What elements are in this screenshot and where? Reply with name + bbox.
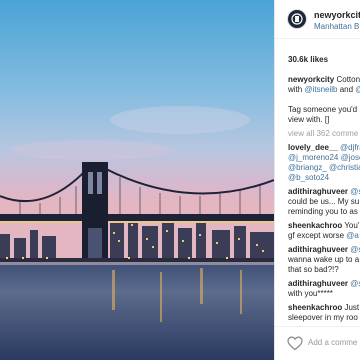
username-link[interactable]: newyorkcity — [314, 10, 360, 20]
mention-link[interactable]: @s — [348, 187, 360, 196]
likes-count[interactable]: 30.6k likes — [288, 55, 328, 64]
caption-line: newyorkcity Cotton — [288, 75, 360, 85]
caption-text: and — [337, 85, 356, 94]
caption-text: view with. [] — [288, 115, 330, 124]
comment-username[interactable]: sheenkachroo — [288, 303, 342, 312]
comment-line: adithiraghuveer @s — [288, 279, 360, 289]
comment-text: gf except worse — [288, 231, 347, 240]
comment-username[interactable]: adithiraghuveer — [288, 245, 348, 254]
comment-username[interactable]: adithiraghuveer — [288, 187, 348, 196]
comment-line: sheenkachroo Just — [288, 303, 359, 313]
manhattan-bridge-photo — [0, 0, 274, 360]
comment-line: @j_moreno24 @jose — [288, 153, 360, 163]
comment-line: adithiraghuveer @s — [288, 245, 360, 255]
avatar[interactable] — [287, 9, 307, 29]
view-all-comments-link[interactable]: view all 362 comme — [288, 129, 358, 139]
mention-link[interactable]: @briangz_ — [288, 163, 327, 172]
post-header: newyorkcity Manhattan B — [275, 0, 360, 39]
location-link[interactable]: Manhattan B — [314, 22, 359, 31]
caption-line: view with. [] — [288, 115, 329, 125]
mention-link[interactable]: @b_soto24 — [288, 173, 329, 182]
mention-link[interactable]: @a — [346, 231, 359, 240]
comment-line: lovely_dee__ @djfra — [288, 143, 360, 153]
add-comment-input[interactable]: Add a comme — [308, 338, 357, 347]
caption-text: with — [288, 85, 305, 94]
mention-link[interactable]: @j_moreno24 — [288, 153, 338, 162]
mention-link[interactable]: @itsneilb — [304, 85, 337, 94]
mention-link[interactable]: @christia — [329, 163, 360, 172]
mention-link[interactable]: @s — [348, 279, 360, 288]
comment-text: that so bad?!? — [288, 265, 339, 274]
comment-line: reminding you to as — [288, 207, 358, 217]
comment-line: could be us... My su — [288, 197, 359, 207]
comment-line: sheenkachroo You' — [288, 221, 359, 231]
comment-line: sleepover in my roo — [288, 313, 358, 323]
caption-text: Cotton — [334, 75, 360, 84]
comment-line: @b_soto24 — [288, 173, 329, 183]
comment-line: wanna wake up to a — [288, 255, 359, 265]
caption-line: with @itsneilb and @ — [288, 85, 360, 95]
comment-text: wanna wake up to a — [288, 255, 360, 264]
comment-text: sleepover in my roo — [288, 313, 358, 322]
comment-text: reminding you to as — [288, 207, 358, 216]
comment-username[interactable]: sheenkachroo — [288, 221, 342, 230]
comment-line: with you***** — [288, 289, 333, 299]
caption-text: Tag someone you'd — [288, 105, 358, 114]
comment-line: that so bad?!? — [288, 265, 339, 275]
mention-link[interactable]: @jose — [341, 153, 360, 162]
comment-text: with you***** — [288, 289, 333, 298]
post-sidebar: newyorkcity Manhattan B 30.6k likes newy… — [274, 0, 360, 360]
city-logo-icon — [291, 13, 303, 25]
mention-link[interactable]: @djfra — [338, 143, 360, 152]
post-photo[interactable] — [0, 0, 274, 360]
caption-username[interactable]: newyorkcity — [288, 75, 334, 84]
mention-link[interactable]: @ — [355, 85, 360, 94]
heart-icon[interactable] — [287, 336, 303, 351]
caption-line: Tag someone you'd — [288, 105, 357, 115]
comment-line: @briangz_ @christia — [288, 163, 360, 173]
comment-text: could be us... My su — [288, 197, 360, 206]
comment-username[interactable]: lovely_dee__ — [288, 143, 338, 152]
comment-username[interactable]: adithiraghuveer — [288, 279, 348, 288]
mention-link[interactable]: @s — [348, 245, 360, 254]
comment-line: gf except worse @a — [288, 231, 359, 241]
comment-bar: Add a comme — [275, 326, 360, 360]
comment-line: adithiraghuveer @s — [288, 187, 360, 197]
comment-text: You' — [342, 221, 360, 230]
comment-text: Just — [342, 303, 360, 312]
